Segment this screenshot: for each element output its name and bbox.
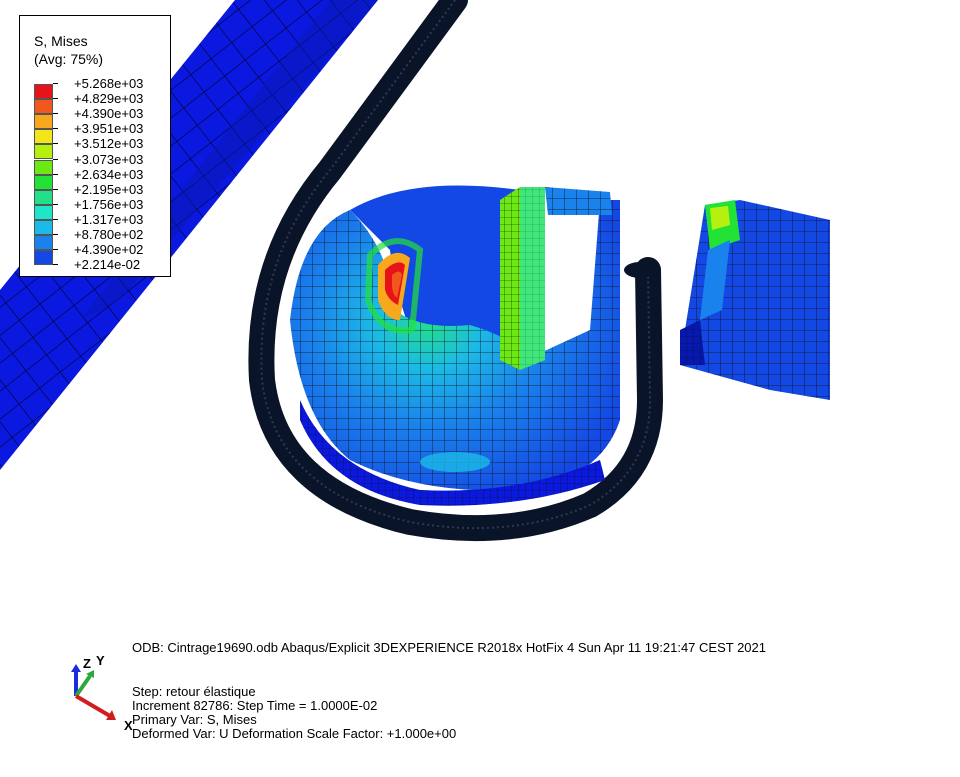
legend-tick — [53, 173, 58, 175]
legend-value-label: +1.756e+03 — [74, 196, 144, 212]
legend-swatch — [34, 129, 53, 145]
legend-swatch — [34, 99, 53, 115]
legend-tick — [53, 264, 58, 266]
legend-swatch — [34, 84, 53, 99]
clamp-block — [680, 200, 830, 400]
triad-x-label: X — [124, 718, 133, 733]
legend-value-label: +3.073e+03 — [74, 151, 144, 167]
primary-var-info: Primary Var: S, Mises — [132, 712, 257, 727]
triad-y-label: Y — [96, 653, 105, 668]
legend-tick — [53, 234, 58, 235]
legend-tick — [53, 249, 58, 251]
legend-tick — [53, 158, 58, 160]
legend-tick — [53, 188, 58, 190]
legend-swatch — [34, 204, 53, 220]
odb-info-line: ODB: Cintrage19690.odb Abaqus/Explicit 3… — [132, 640, 766, 655]
legend-value-label: +5.268e+03 — [74, 76, 144, 91]
legend-swatch — [34, 235, 53, 250]
legend-tick — [53, 143, 58, 145]
legend-value-label: +2.214e-02 — [74, 257, 141, 273]
bending-die — [290, 185, 620, 506]
legend-title: S, Mises — [34, 33, 88, 49]
deformed-var-info: Deformed Var: U Deformation Scale Factor… — [132, 726, 457, 741]
legend-value-label: +4.829e+03 — [74, 91, 144, 107]
legend-subtitle: (Avg: 75%) — [34, 51, 103, 67]
x-axis-icon — [74, 694, 112, 718]
contour-legend: S, Mises (Avg: 75%) +5.268e+03 +4.829e+03… — [19, 15, 171, 277]
legend-value-label: +1.317e+03 — [74, 211, 144, 227]
legend-swatch — [34, 114, 53, 130]
model-viewport[interactable]: S, Mises (Avg: 75%) +5.268e+03 +4.829e+03… — [0, 0, 960, 772]
legend-tick — [53, 83, 58, 84]
legend-tick — [53, 218, 58, 220]
y-axis-icon — [74, 674, 92, 698]
axis-triad: Z Y X — [60, 652, 133, 733]
step-info: Step: retour élastique — [132, 684, 256, 699]
legend-value-label: +8.780e+02 — [74, 227, 144, 242]
legend-value-label: +4.390e+02 — [74, 242, 144, 258]
legend-tick — [53, 113, 58, 115]
legend-swatch — [34, 144, 53, 160]
legend-value-label: +2.634e+03 — [74, 166, 144, 182]
triad-z-label: Z — [83, 656, 91, 671]
legend-swatch — [34, 189, 53, 205]
legend-swatch — [34, 250, 53, 266]
legend-value-label: +4.390e+03 — [74, 106, 144, 122]
legend-value-label: +3.512e+03 — [74, 136, 144, 152]
legend-tick — [53, 203, 58, 205]
legend-swatch — [34, 219, 53, 235]
legend-value-label: +3.951e+03 — [74, 121, 144, 137]
legend-swatch — [34, 159, 53, 175]
increment-info: Increment 82786: Step Time = 1.0000E-02 — [132, 698, 378, 713]
legend-tick — [53, 128, 58, 130]
legend-value-label: +2.195e+03 — [74, 181, 144, 197]
legend-tick — [53, 98, 58, 100]
legend-swatch — [34, 174, 53, 190]
